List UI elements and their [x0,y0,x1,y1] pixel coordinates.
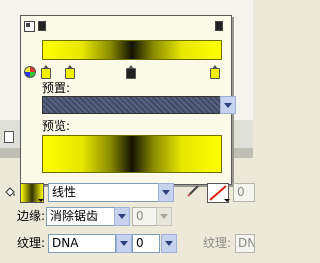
chevron-down-icon [118,214,126,219]
gradient-preview [42,135,222,173]
texture-value: DNA [52,236,79,250]
edge-feather-field: 0 [132,207,158,226]
fill-type-dropdown[interactable]: 线性 [48,183,160,202]
gradient-strip[interactable] [42,40,222,60]
texture-dropdown[interactable]: DNA [48,234,116,253]
edge-feather-value: 0 [136,209,144,223]
color-stop-3[interactable] [126,65,136,79]
stroke-texture-value: DN [238,236,255,250]
fill-type-dropdown-button[interactable] [158,183,174,202]
preset-dropdown-button[interactable] [220,96,236,114]
fill-bucket-icon[interactable] [4,186,16,198]
preset-label: 预置: [42,81,71,95]
texture-label: 纹理: [17,236,46,250]
chevron-down-icon [120,241,128,246]
fill-swatch-arrow-icon [38,199,44,202]
preview-label: 预览: [42,119,71,133]
opacity-stop-left[interactable] [38,21,46,31]
stroke-width-field: 0 [233,183,255,202]
reverse-icon[interactable] [24,21,35,32]
texture-amount-dropdown-button[interactable] [161,234,177,253]
texture-amount-field[interactable]: 0 [132,234,160,253]
opacity-stop-right[interactable] [215,21,223,31]
stroke-width-value: 0 [237,185,245,199]
texture-dropdown-button[interactable] [116,234,132,253]
stroke-swatch-arrow-icon [224,199,230,202]
chevron-down-icon [165,241,173,246]
color-stop-1[interactable] [41,65,51,79]
edge-feather-dropdown-button [156,207,172,226]
texture-amount-value: 0 [136,236,144,250]
stroke-texture-label: 纹理: [203,236,232,250]
gradient-editor-popup: 预置: 预览: [20,15,236,185]
color-wheel-icon[interactable] [24,66,36,78]
pencil-icon[interactable] [186,184,200,198]
edge-label: 边缘: [17,209,46,223]
edge-dropdown-button[interactable] [114,207,130,226]
chevron-down-icon [224,102,232,108]
background-divider [232,130,233,146]
preset-dropdown[interactable] [42,96,221,114]
color-stop-4[interactable] [210,65,220,79]
background-tab-icon [4,131,14,143]
stroke-texture-field: DN [235,234,255,253]
chevron-down-icon [160,214,168,219]
edge-dropdown[interactable]: 消除锯齿 [46,207,116,226]
chevron-down-icon [162,190,170,195]
edge-value: 消除锯齿 [50,209,99,223]
fill-type-value: 线性 [52,185,77,199]
color-stop-2[interactable] [65,65,75,79]
